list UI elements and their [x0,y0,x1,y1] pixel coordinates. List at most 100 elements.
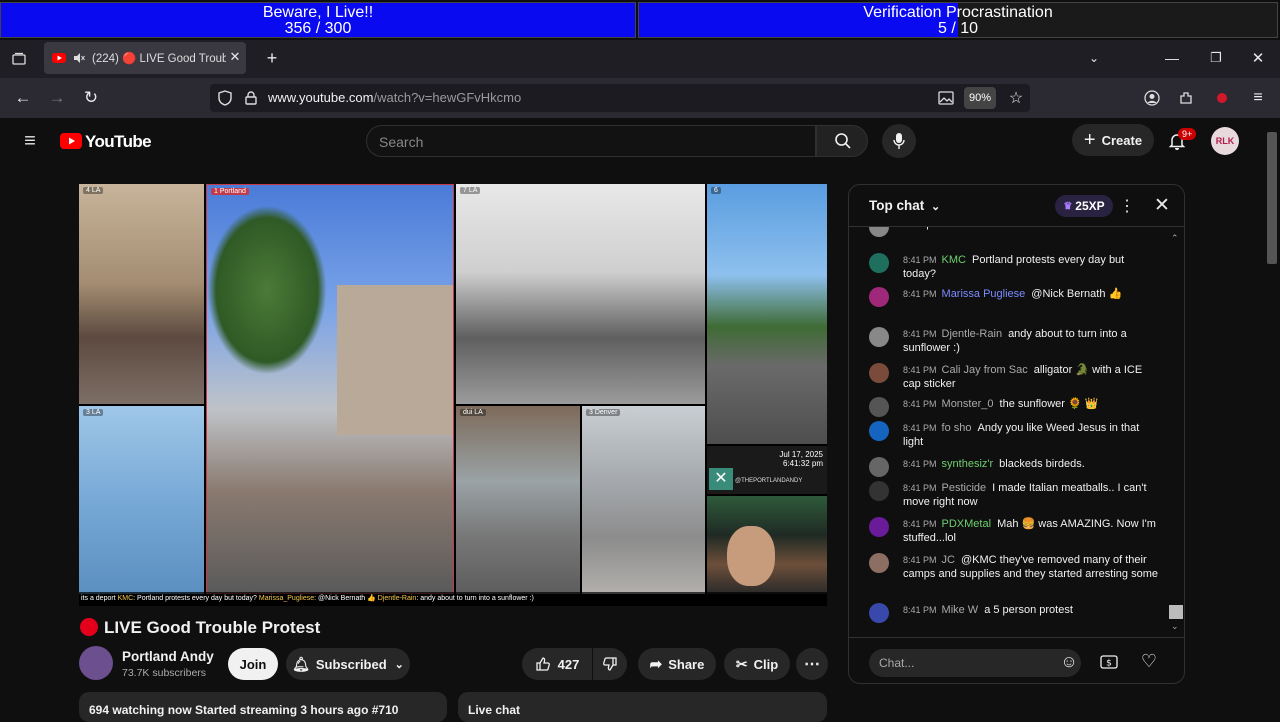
clip-button[interactable]: ✂ Clip [724,648,790,680]
chat-author-avatar[interactable] [869,397,889,417]
url-domain: www.youtube.com [268,90,374,105]
heart-icon[interactable]: ♡ [1139,651,1159,671]
chat-author-avatar[interactable] [869,553,889,573]
chat-author-name[interactable]: Marissa Pugliese [942,288,1026,300]
close-window-icon[interactable]: ✕ [1248,48,1268,68]
more-actions-icon[interactable]: ⋯ [796,648,828,680]
extension-red-icon[interactable] [1212,88,1232,108]
voice-search-button[interactable] [882,124,916,158]
shield-icon[interactable] [216,88,234,108]
chat-timestamp: 8:41 PM [903,519,937,529]
chat-message-text: the sunflower 🌻 👑 [999,398,1099,410]
chat-author-name[interactable]: Djentle-Rain [942,328,1003,340]
bookmark-star-icon[interactable]: ☆ [1006,88,1026,108]
ticker-item: KMC: Portland protests every day but tod… [117,595,257,602]
chat-message[interactable]: 8:41 PM PDXMetal Mah 🍔 was AMAZING. Now I'… [869,517,1159,545]
dislike-button[interactable] [593,648,627,680]
chat-message[interactable]: 8:41 PM Marissa Pugliese @Nick Bernath 👍 [869,287,1159,307]
scroll-down-icon[interactable]: ⌄ [1171,621,1179,632]
create-button[interactable]: + Create [1072,124,1154,156]
menu-icon[interactable]: ≡ [1248,88,1268,108]
chat-message[interactable]: 8:41 PM Djentle-Rain andy about to turn in… [869,327,1159,355]
close-chat-icon[interactable]: ✕ [1151,194,1173,216]
create-label: Create [1101,132,1143,148]
video-stats[interactable]: 694 watching now Started streaming 3 hou… [79,692,447,722]
chat-author-avatar[interactable] [869,363,889,383]
chat-author-name[interactable]: Pesticide [942,482,987,494]
chat-author-name[interactable]: KMC [942,254,966,266]
video-player[interactable]: 4 LA 1 Portland 7 LA 6 3 LA dui LA 3 Den… [79,184,827,606]
chat-author-name[interactable]: JC [942,554,955,566]
chat-author-avatar[interactable] [869,227,889,237]
tab-overview-icon[interactable] [8,48,30,70]
chat-timestamp: 8:41 PM [903,555,937,565]
search-input[interactable]: Search [366,125,816,157]
mute-tab-icon[interactable] [72,51,86,65]
chat-author-name[interactable]: Monster_0 [942,398,994,410]
forward-icon[interactable]: → [46,87,68,109]
join-button[interactable]: Join [228,648,278,680]
tab-list-chevron-icon[interactable]: ⌄ [1084,48,1104,68]
reload-icon[interactable]: ↻ [80,87,102,109]
chat-input[interactable]: Chat... [869,649,1081,677]
chat-message[interactable]: 8:41 PM Pesticide I made Italian meatballs… [869,481,1159,509]
extensions-icon[interactable] [1176,88,1196,108]
chat-author-avatar[interactable] [869,517,889,537]
subscribed-button[interactable]: 🔔︎ Subscribed ⌄ [286,648,410,680]
chat-author-avatar[interactable] [869,253,889,273]
page-scroll-thumb[interactable] [1267,132,1277,264]
chat-message[interactable]: 8:41 PM synthesiz'r blackeds birdeds. [869,457,1159,477]
new-tab-icon[interactable]: + [262,48,282,68]
user-avatar[interactable]: RLK [1211,127,1239,155]
super-chat-icon[interactable]: $ [1099,652,1119,672]
close-tab-icon[interactable]: ✕ [228,49,242,64]
chat-message[interactable]: deport [869,227,1159,237]
chat-author-name[interactable]: synthesiz'r [942,458,994,470]
chat-author-name[interactable]: Cali Jay from Sac [942,364,1028,376]
scroll-thumb[interactable] [1169,605,1183,619]
minimize-icon[interactable]: — [1162,48,1182,68]
video-cell-1: 4 LA [79,184,204,404]
channel-avatar[interactable] [79,646,113,680]
scroll-up-icon[interactable]: ⌃ [1171,233,1179,244]
browser-tab-active[interactable]: (224) 🔴 LIVE Good Troubl ✕ [44,42,246,74]
like-button[interactable]: 427 [522,648,592,680]
share-button[interactable]: ➦ Share [638,648,716,680]
search-button[interactable] [816,125,868,157]
picture-icon[interactable] [936,88,956,108]
hamburger-menu-icon[interactable]: ≡ [18,130,42,152]
chat-scrollbar[interactable]: ⌃ ⌄ [1169,233,1183,633]
chat-author-avatar[interactable] [869,457,889,477]
chat-message[interactable]: 8:41 PM Cali Jay from Sac alligator 🐊 with… [869,363,1159,391]
channel-name[interactable]: Portland Andy [122,649,214,664]
youtube-logo-icon [60,133,82,149]
video-cell-2: 1 Portland [206,184,454,594]
chat-author-avatar[interactable] [869,327,889,347]
zoom-level[interactable]: 90% [964,87,996,109]
emoji-icon[interactable]: ☺ [1059,652,1079,672]
account-icon[interactable] [1142,88,1162,108]
chat-message[interactable]: 8:41 PM JC @KMC they've removed many of th… [869,553,1159,581]
youtube-logo[interactable]: YouTube [60,132,152,152]
chat-message[interactable]: 8:41 PM KMC Portland protests every day bu… [869,253,1159,281]
back-icon[interactable]: ← [12,87,34,109]
chat-message[interactable]: 8:41 PM fo sho Andy you like Weed Jesus in… [869,421,1159,449]
more-vertical-icon[interactable]: ⋮ [1119,195,1135,217]
chat-author-name[interactable]: fo sho [942,422,972,434]
chat-mode-dropdown[interactable]: Top chat ⌄ [869,198,940,213]
video-cell-label: 1 Portland [211,188,249,195]
chat-author-avatar[interactable] [869,481,889,501]
chat-author-name[interactable]: Mike W [942,604,979,616]
chat-author-avatar[interactable] [869,287,889,307]
chat-message[interactable]: 8:41 PM Mike W a 5 person protest [869,603,1159,623]
chat-author-avatar[interactable] [869,603,889,623]
goal-2-title: Verification Procrastination [863,4,1053,21]
restore-icon[interactable]: ❐ [1206,48,1226,68]
chat-author-avatar[interactable] [869,421,889,441]
chevron-down-icon: ⌄ [931,201,941,213]
thumbs-down-icon [603,657,617,671]
chat-author-name[interactable]: PDXMetal [942,518,992,530]
lock-icon[interactable] [242,88,260,108]
chat-message[interactable]: 8:41 PM Monster_0 the sunflower 🌻 👑 [869,397,1159,417]
xp-badge[interactable]: ♛ 25XP [1055,195,1113,217]
